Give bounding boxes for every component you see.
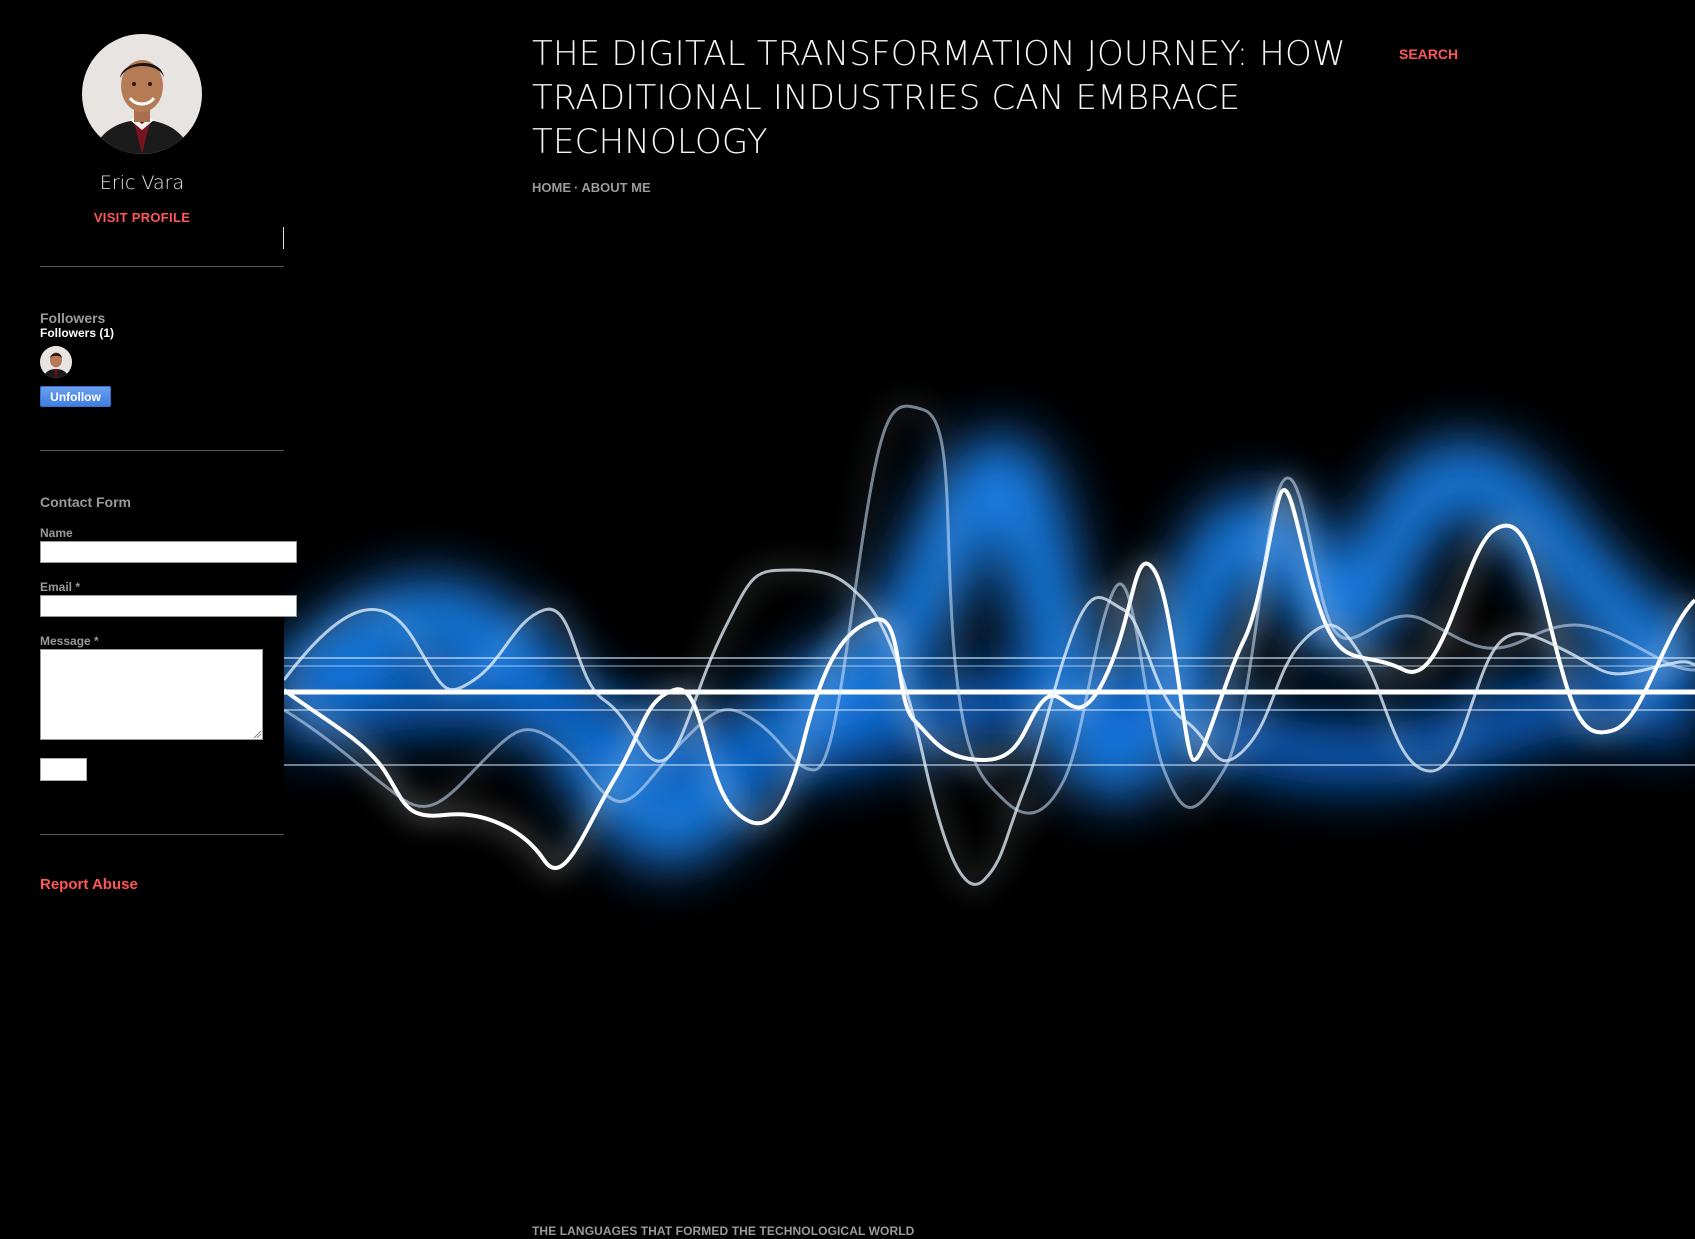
message-label: Message *	[40, 634, 99, 648]
search-link[interactable]: SEARCH	[1399, 46, 1458, 62]
post-title[interactable]: THE LANGUAGES THAT FORMED THE TECHNOLOGI…	[532, 1224, 914, 1238]
blog-title[interactable]: THE DIGITAL TRANSFORMATION JOURNEY: HOW …	[532, 32, 1352, 164]
top-nav: HOME · ABOUT ME	[532, 180, 651, 195]
sidebar-divider	[40, 266, 284, 267]
name-input[interactable]	[40, 541, 297, 563]
send-button[interactable]	[40, 758, 87, 781]
followers-count: Followers (1)	[40, 326, 115, 340]
profile-name: Eric Vara	[99, 172, 185, 194]
message-textarea[interactable]	[40, 649, 263, 740]
email-label: Email *	[40, 580, 81, 594]
follower-avatar[interactable]	[40, 346, 72, 378]
nav-separator: ·	[574, 180, 579, 195]
sidebar-divider	[40, 450, 284, 451]
name-label: Name	[40, 526, 73, 540]
text-cursor	[283, 227, 284, 249]
unfollow-button[interactable]: Unfollow	[40, 386, 111, 407]
visit-profile-link[interactable]: VISIT PROFILE	[40, 210, 244, 225]
resize-grip-icon[interactable]	[253, 730, 261, 738]
sidebar-divider	[40, 834, 284, 835]
hero-wave-image	[284, 300, 1695, 1060]
followers-title: Followers	[40, 310, 106, 326]
contact-form-title: Contact Form	[40, 494, 131, 510]
page: Eric Vara VISIT PROFILE Followers Follow…	[0, 0, 1695, 1239]
nav-home[interactable]: HOME	[532, 180, 571, 195]
email-input[interactable]	[40, 595, 297, 617]
sidebar: Eric Vara VISIT PROFILE Followers Follow…	[0, 0, 300, 1239]
report-abuse-link[interactable]: Report Abuse	[40, 876, 138, 893]
nav-about-me[interactable]: ABOUT ME	[581, 180, 650, 195]
profile-avatar[interactable]	[82, 34, 202, 154]
